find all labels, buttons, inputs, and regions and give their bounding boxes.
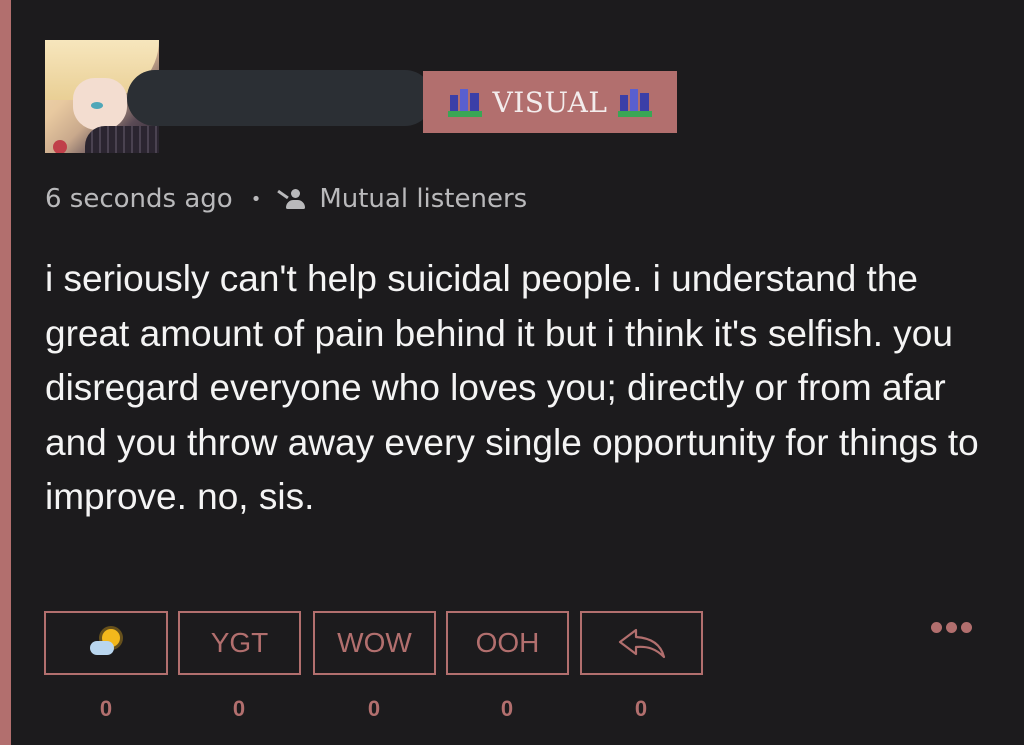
timestamp: 6 seconds ago xyxy=(45,184,233,214)
badge-label: VISUAL xyxy=(492,85,608,119)
more-dot-icon xyxy=(961,622,972,633)
more-options-button[interactable] xyxy=(931,622,972,633)
cityscape-icon xyxy=(617,87,652,117)
audience-label: Mutual listeners xyxy=(319,184,528,214)
reaction-count: 0 xyxy=(634,696,648,721)
reaction-count: 0 xyxy=(500,696,514,721)
left-accent-bar xyxy=(0,0,11,745)
sun-behind-cloud-icon xyxy=(90,629,122,657)
meta-separator: • xyxy=(250,188,262,210)
reaction-ooh-button[interactable]: OOH xyxy=(446,611,569,675)
reaction-count: 0 xyxy=(367,696,381,721)
cityscape-icon xyxy=(448,87,483,117)
avatar-coat xyxy=(85,126,159,153)
user-badge: VISUAL xyxy=(423,71,677,133)
redacted-username xyxy=(127,70,433,126)
audience-icon xyxy=(277,187,309,211)
reaction-count: 0 xyxy=(99,696,113,721)
reaction-ygt-button[interactable]: YGT xyxy=(178,611,301,675)
reply-arrow-icon xyxy=(618,628,665,659)
reaction-weather-button[interactable] xyxy=(44,611,168,675)
reaction-count: 0 xyxy=(232,696,246,721)
more-dot-icon xyxy=(931,622,942,633)
more-dot-icon xyxy=(946,622,957,633)
avatar-eye xyxy=(91,102,103,109)
reply-button[interactable] xyxy=(580,611,703,675)
avatar-flower xyxy=(53,140,67,153)
reaction-wow-button[interactable]: WOW xyxy=(313,611,436,675)
post-body: i seriously can't help suicidal people. … xyxy=(45,258,979,517)
post-meta: 6 seconds ago • Mutual listeners xyxy=(45,184,527,214)
